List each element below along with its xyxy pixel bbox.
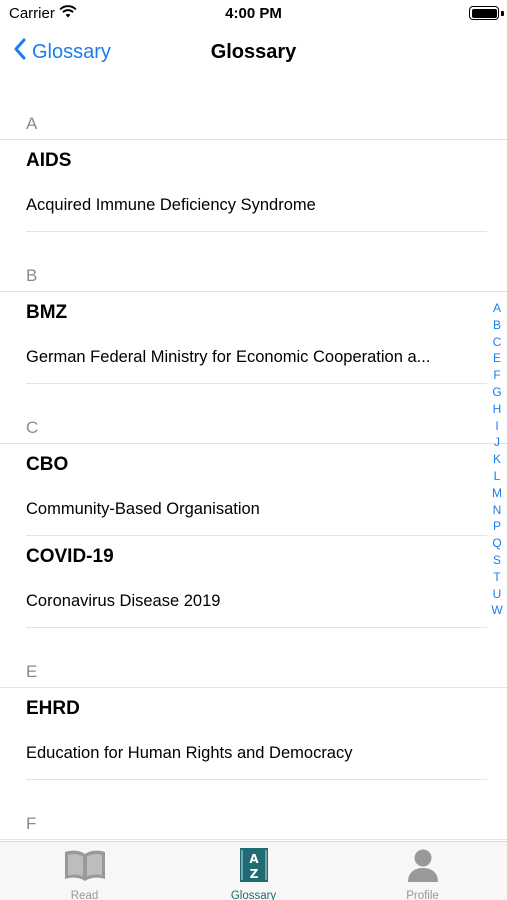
- index-letter-s[interactable]: S: [493, 552, 501, 569]
- svg-text:Z: Z: [249, 867, 258, 881]
- section-c: C CBO Community-Based Organisation COVID…: [0, 404, 507, 648]
- divider: [26, 383, 487, 384]
- index-letter-i[interactable]: I: [495, 418, 498, 435]
- entry-term: AIDS: [26, 150, 72, 171]
- tab-glossary[interactable]: A Z Glossary: [169, 842, 338, 900]
- index-letter-l[interactable]: L: [494, 468, 501, 485]
- index-letter-j[interactable]: J: [494, 434, 500, 451]
- tab-bar: Read A Z Glossary Profile: [0, 841, 507, 900]
- battery-icon: [469, 6, 499, 20]
- glossary-list[interactable]: A AIDS Acquired Immune Deficiency Syndro…: [0, 100, 507, 841]
- section-a: A AIDS Acquired Immune Deficiency Syndro…: [0, 100, 507, 252]
- entry-definition: German Federal Ministry for Economic Coo…: [26, 348, 431, 366]
- entry-definition: Community-Based Organisation: [26, 500, 260, 518]
- entry-term: BMZ: [26, 302, 68, 323]
- section-header: E: [0, 648, 507, 688]
- entry-definition: Coronavirus Disease 2019: [26, 592, 221, 610]
- index-letter-b[interactable]: B: [493, 317, 501, 334]
- index-letter-t[interactable]: T: [493, 569, 500, 586]
- index-letter-w[interactable]: W: [491, 602, 502, 619]
- status-time: 4:00 PM: [225, 5, 282, 22]
- index-letter-m[interactable]: M: [492, 485, 502, 502]
- entry-term: COVID-19: [26, 546, 114, 567]
- section-f: F: [0, 800, 507, 840]
- entry-term: EHRD: [26, 698, 80, 719]
- index-letter-c[interactable]: C: [493, 334, 502, 351]
- index-letter-k[interactable]: K: [493, 451, 501, 468]
- index-letter-a[interactable]: A: [493, 300, 501, 317]
- battery-cap: [501, 11, 504, 16]
- entry-definition: Acquired Immune Deficiency Syndrome: [26, 196, 316, 214]
- index-letter-g[interactable]: G: [492, 384, 501, 401]
- index-letter-p[interactable]: P: [493, 518, 501, 535]
- section-header: C: [0, 404, 507, 444]
- tab-read[interactable]: Read: [0, 842, 169, 900]
- book-icon: [63, 848, 107, 887]
- person-icon: [406, 848, 440, 887]
- divider: [26, 779, 487, 780]
- index-letter-h[interactable]: H: [493, 401, 502, 418]
- nav-bar: Glossary Glossary: [0, 28, 507, 78]
- page-title: Glossary: [210, 41, 297, 63]
- entry-term: CBO: [26, 454, 69, 475]
- glossary-entry[interactable]: AIDS Acquired Immune Deficiency Syndrome: [0, 140, 507, 232]
- index-letter-e[interactable]: E: [493, 350, 501, 367]
- index-letter-f[interactable]: F: [493, 367, 500, 384]
- glossary-entry[interactable]: CBO Community-Based Organisation: [0, 444, 507, 536]
- svg-text:A: A: [249, 852, 259, 866]
- divider: [26, 627, 487, 628]
- glossary-entry[interactable]: COVID-19 Coronavirus Disease 2019: [0, 536, 507, 628]
- glossary-entry[interactable]: EHRD Education for Human Rights and Demo…: [0, 688, 507, 780]
- tab-label-read: Read: [70, 890, 99, 900]
- status-bar: Carrier 4:00 PM: [0, 0, 507, 28]
- section-b: B BMZ German Federal Ministry for Econom…: [0, 252, 507, 404]
- index-letter-u[interactable]: U: [493, 586, 502, 603]
- section-header: F: [0, 800, 507, 840]
- index-letter-q[interactable]: Q: [492, 535, 501, 552]
- alphabet-index[interactable]: ABCEFGHIJKLMNPQSTUW: [490, 300, 504, 619]
- index-letter-n[interactable]: N: [493, 502, 502, 519]
- section-header: B: [0, 252, 507, 292]
- section-header: A: [0, 100, 507, 140]
- glossary-entry[interactable]: BMZ German Federal Ministry for Economic…: [0, 292, 507, 384]
- entry-definition: Education for Human Rights and Democracy: [26, 744, 353, 762]
- glossary-az-icon: A Z: [239, 848, 268, 887]
- section-e: E EHRD Education for Human Rights and De…: [0, 648, 507, 800]
- tab-label-glossary: Glossary: [230, 890, 277, 900]
- tab-profile[interactable]: Profile: [338, 842, 507, 900]
- divider: [26, 231, 487, 232]
- tab-label-profile: Profile: [406, 890, 439, 900]
